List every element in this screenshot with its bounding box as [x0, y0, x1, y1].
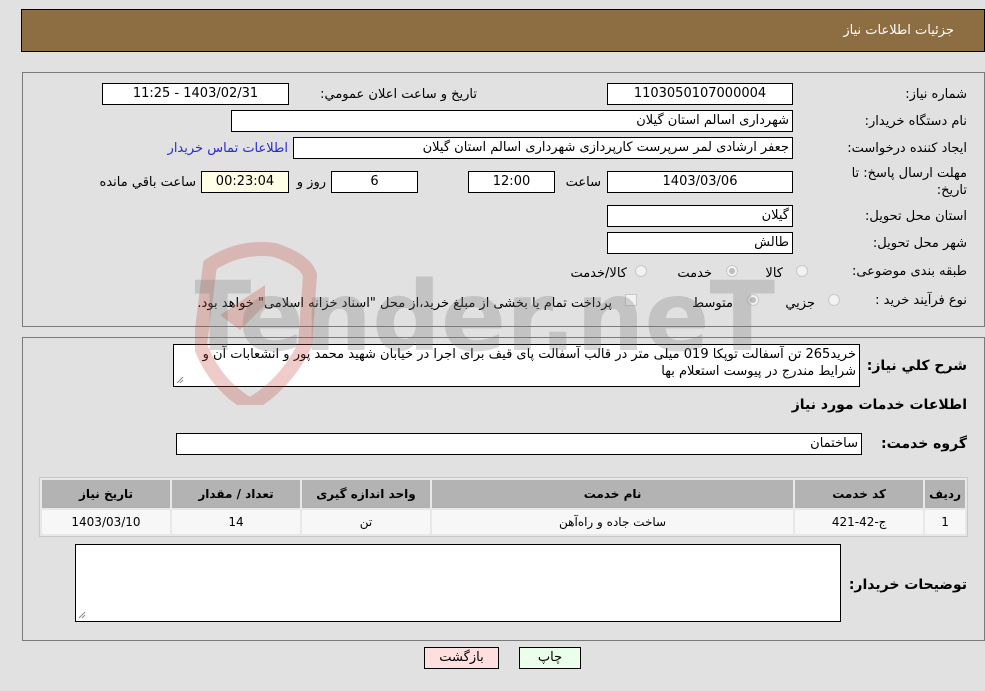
services-table: ردیف کد خدمت نام خدمت واحد اندازه گیری ت…	[39, 477, 968, 537]
description-label: شرح کلي نیاز:	[866, 358, 967, 374]
cell-service-code: ج-42-421	[795, 510, 924, 534]
category-radio-goods-service[interactable]	[635, 265, 647, 277]
remaining-days-field[interactable]: 6	[331, 171, 418, 193]
col-service-name: نام خدمت	[432, 480, 794, 508]
announce-datetime-label: تاریخ و ساعت اعلان عمومي:	[320, 87, 477, 102]
deadline-time-field[interactable]: 12:00	[468, 171, 555, 193]
page-header: جزئیات اطلاعات نیاز	[21, 9, 985, 52]
requester-label: ایجاد کننده درخواست:	[847, 141, 967, 156]
treasury-checkbox[interactable]	[625, 294, 637, 306]
remaining-time-field: 00:23:04	[201, 171, 289, 193]
table-row: 1 ج-42-421 ساخت جاده و راه‌آهن تن 14 140…	[42, 510, 965, 534]
category-radio-goods[interactable]	[796, 265, 808, 277]
need-number-label: شماره نیاز:	[905, 87, 967, 102]
purchase-radio-medium[interactable]	[747, 294, 759, 306]
deadline-time-label: ساعت	[565, 175, 601, 190]
deadline-date-field[interactable]: 1403/03/06	[607, 171, 793, 193]
print-button[interactable]: چاپ	[519, 647, 581, 669]
treasury-note: پرداخت تمام یا بخشی از مبلغ خرید،از محل …	[197, 296, 612, 311]
days-label: روز و	[296, 175, 326, 190]
table-header-row: ردیف کد خدمت نام خدمت واحد اندازه گیری ت…	[42, 480, 965, 508]
category-option-goods: کالا	[765, 266, 783, 281]
cell-row-number: 1	[925, 510, 965, 534]
cell-need-date: 1403/03/10	[42, 510, 170, 534]
cell-quantity: 14	[172, 510, 300, 534]
buyer-contact-link[interactable]: اطلاعات تماس خریدار	[168, 141, 288, 156]
announce-datetime-field[interactable]: 1403/02/31 - 11:25	[102, 83, 289, 105]
buyer-org-label: نام دستگاه خریدار:	[864, 114, 967, 129]
category-option-goods-service: کالا/خدمت	[570, 266, 627, 281]
service-group-field[interactable]: ساختمان	[176, 433, 862, 455]
col-quantity: تعداد / مقدار	[172, 480, 300, 508]
city-field[interactable]: طالش	[607, 232, 793, 254]
need-number-field[interactable]: 1103050107000004	[607, 83, 793, 105]
province-label: استان محل تحویل:	[865, 209, 967, 224]
deadline-label: مهلت ارسال پاسخ: تا تاریخ:	[851, 166, 967, 198]
resize-grip-icon[interactable]	[78, 611, 86, 619]
purchase-option-minor: جزيي	[785, 296, 815, 311]
buyer-notes-textarea[interactable]	[75, 544, 841, 622]
buyer-org-field[interactable]: شهرداری اسالم استان گیلان	[231, 110, 793, 132]
category-option-service: خدمت	[677, 266, 712, 281]
col-service-code: کد خدمت	[795, 480, 924, 508]
col-unit: واحد اندازه گیری	[302, 480, 430, 508]
cell-unit: تن	[302, 510, 430, 534]
col-row-number: ردیف	[925, 480, 965, 508]
buyer-notes-label: توضیحات خریدار:	[848, 577, 967, 593]
service-group-label: گروه خدمت:	[881, 436, 967, 452]
city-label: شهر محل تحویل:	[872, 236, 967, 251]
remaining-time-label: ساعت باقي مانده	[99, 175, 196, 190]
services-section-title: اطلاعات خدمات مورد نیاز	[791, 397, 967, 413]
description-textarea[interactable]: خرید265 تن آسفالت توپکا 019 میلی متر در …	[173, 344, 860, 387]
col-need-date: تاریخ نیاز	[42, 480, 170, 508]
cell-service-name: ساخت جاده و راه‌آهن	[432, 510, 794, 534]
category-label: طبقه بندی موضوعی:	[851, 264, 967, 279]
province-field[interactable]: گیلان	[607, 205, 793, 227]
back-button[interactable]: بازگشت	[424, 647, 499, 669]
category-radio-service[interactable]	[726, 265, 738, 277]
description-text: خرید265 تن آسفالت توپکا 019 میلی متر در …	[202, 347, 856, 379]
resize-grip-icon[interactable]	[176, 376, 184, 384]
purchase-type-label: نوع فرآیند خرید :	[875, 293, 967, 308]
requester-field[interactable]: جعفر ارشادی لمر سرپرست کارپردازی شهرداری…	[293, 137, 793, 159]
purchase-option-medium: متوسط	[692, 296, 733, 311]
purchase-radio-minor[interactable]	[828, 294, 840, 306]
page-title: جزئیات اطلاعات نیاز	[843, 23, 954, 38]
